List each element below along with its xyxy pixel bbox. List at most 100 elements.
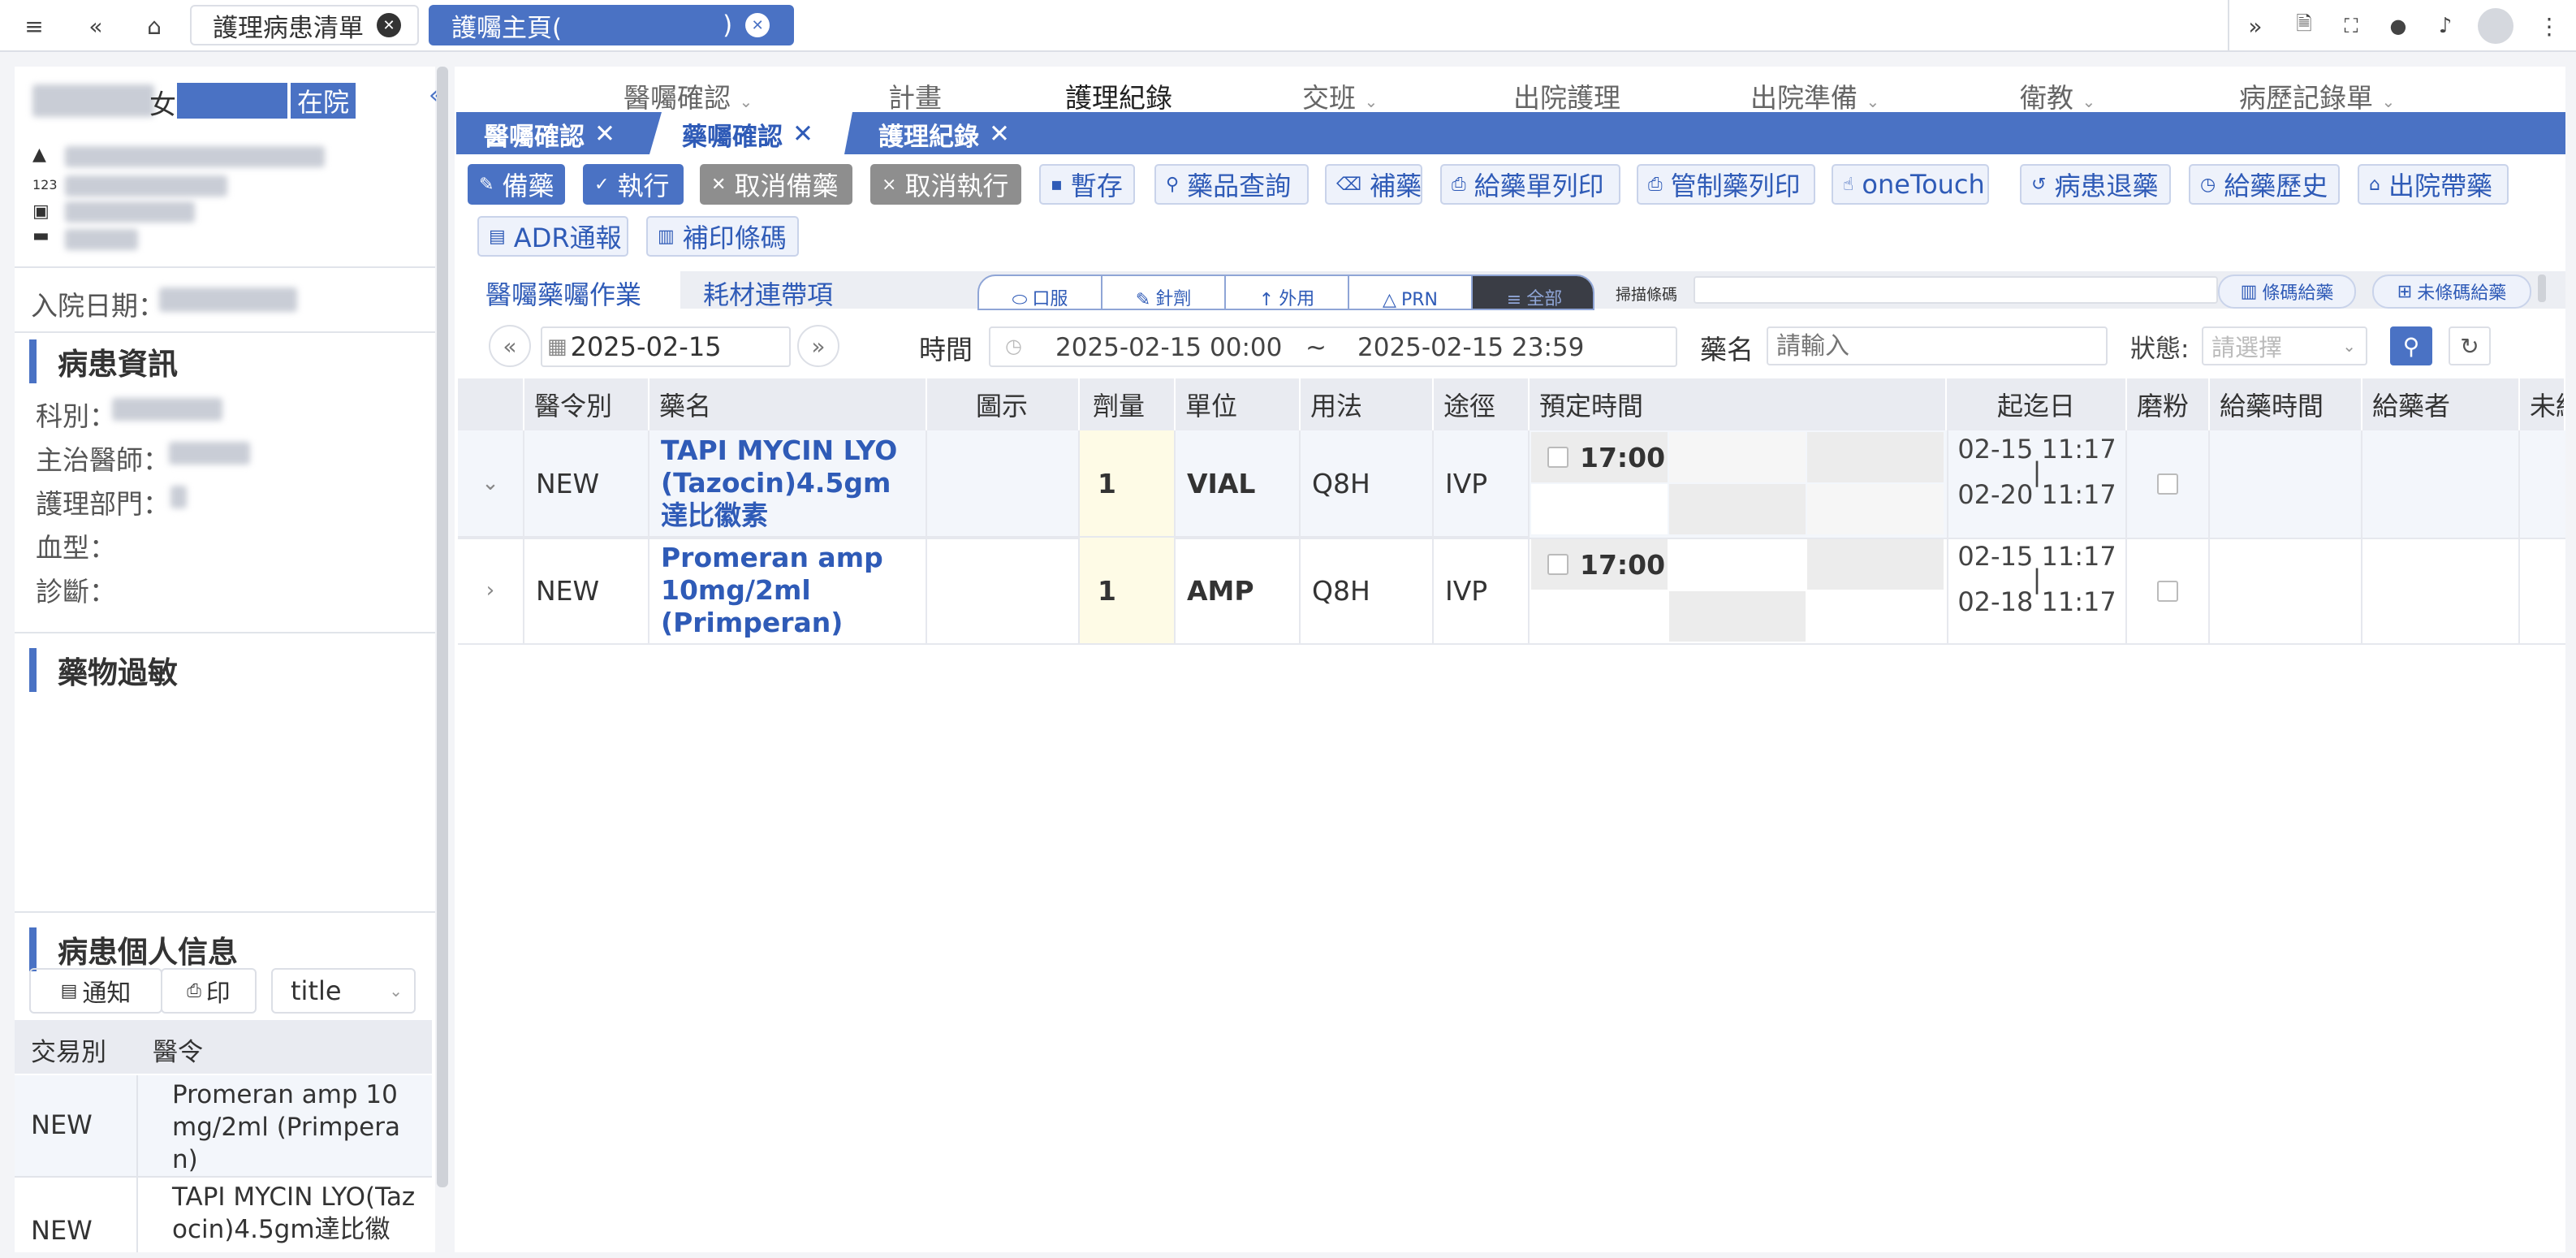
return-drug-button[interactable]: ↺ 病患退藥 <box>2020 164 2171 205</box>
onetouch-button[interactable]: ☝ oneTouch <box>1832 164 1989 205</box>
triangle-icon: △ <box>1383 290 1396 310</box>
save-draft-button[interactable]: ▪ 暫存 <box>1039 164 1135 205</box>
document-search-icon[interactable]: 🗎 <box>2286 8 2322 44</box>
status-placeholder: 請選擇 <box>2211 334 2283 361</box>
chevron-down-icon: ⌄ <box>1364 92 1379 111</box>
status-label: 狀態: <box>2130 335 2190 364</box>
reprint-barcode-button[interactable]: ▥ 補印條碼 <box>646 216 799 257</box>
cell-drug-name[interactable]: TAPI MYCIN LYO(Tazocin)4.5gm達比徽素 <box>649 430 927 538</box>
notify-button[interactable]: ▤ 通知 <box>29 968 162 1014</box>
prepare-button[interactable]: ✎ 備藥 <box>468 164 565 205</box>
close-icon[interactable]: ✕ <box>745 13 770 37</box>
chat-icon[interactable]: ● <box>2380 8 2416 44</box>
prev-day-button[interactable]: « <box>489 325 531 367</box>
search-button[interactable]: ⚲ <box>2390 326 2432 365</box>
route-label: PRN <box>1400 290 1438 310</box>
admission-label: 入院日期： <box>31 290 165 322</box>
mini-cell-order: TAPI MYCIN LYO(Tazocin)4.5gm達比徽 <box>172 1182 416 1244</box>
menu-item-order-confirm[interactable]: 醫囑確認 ⌄ <box>624 76 753 115</box>
schedule-slot-empty <box>1807 539 1944 590</box>
subtab-drug-confirm[interactable]: 藥囑確認 ✕ <box>682 115 813 153</box>
discharge-drug-button[interactable]: ⌂ 出院帶藥 <box>2358 164 2509 205</box>
history-icon: ◷ <box>2200 174 2216 195</box>
cell-drug-name[interactable]: Promeran amp 10mg/2ml (Primperan) <box>649 538 927 645</box>
time-range-input[interactable]: ◷ 2025-02-15 00:00 ~ 2025-02-15 23:59 <box>989 326 1677 367</box>
refresh-button[interactable]: ↻ <box>2449 326 2491 365</box>
menu-item-education[interactable]: 衛教 ⌄ <box>2020 76 2095 115</box>
grind-checkbox[interactable] <box>2157 473 2178 495</box>
home-icon[interactable]: ⌂ <box>136 8 172 44</box>
schedule-checkbox[interactable] <box>1547 554 1568 575</box>
menu-item-discharge-prep[interactable]: 出院準備 ⌄ <box>1750 76 1879 115</box>
close-icon[interactable]: ✕ <box>594 119 615 149</box>
menu-icon[interactable]: ≡ <box>16 8 52 44</box>
close-icon[interactable]: ✕ <box>989 119 1010 149</box>
no-barcode-dispense-button[interactable]: ⊞ 未條碼給藥 <box>2372 275 2531 309</box>
scrollbar[interactable] <box>2538 275 2546 302</box>
schedule-slot[interactable]: 17:00 <box>1531 432 1668 482</box>
fullscreen-icon[interactable]: ⛶ <box>2333 8 2369 44</box>
print-med-sheet-button[interactable]: ⎙ 給藥單列印 <box>1440 164 1620 205</box>
drug-name-input[interactable] <box>1767 326 2108 365</box>
expand-right-icon[interactable]: » <box>2237 8 2273 44</box>
cell-grind <box>2127 538 2210 645</box>
column-header-freq: 用法 <box>1301 378 1434 430</box>
next-day-button[interactable]: » <box>797 325 839 367</box>
menu-item-record-form[interactable]: 病歷記錄單 ⌄ <box>2239 76 2395 115</box>
grind-checkbox[interactable] <box>2157 581 2178 602</box>
collapse-left-icon[interactable]: « <box>78 8 114 44</box>
scrollbar[interactable] <box>437 67 448 1187</box>
status-select[interactable]: 請選擇 ⌄ <box>2202 326 2367 365</box>
barcode-dispense-button[interactable]: ▥ 條碼給藥 <box>2218 275 2356 309</box>
period-separator: | <box>2032 456 2042 487</box>
date-input[interactable]: ▦ 2025-02-15 <box>541 326 791 367</box>
menu-label: 醫囑確認 <box>624 82 731 114</box>
table-row[interactable]: NEW Promeran amp 10mg/2ml (Primperan) <box>15 1075 432 1178</box>
tab-consumables[interactable]: 耗材連帶項 <box>703 275 833 312</box>
more-icon[interactable]: ⋮ <box>2531 8 2567 44</box>
subtab-order-confirm[interactable]: 醫囑確認 ✕ <box>484 115 615 153</box>
execute-button[interactable]: ✓ 執行 <box>583 164 684 205</box>
drug-search-button[interactable]: ⚲ 藥品查詢 <box>1154 164 1309 205</box>
collapse-row-icon[interactable]: ⌄ <box>458 430 524 538</box>
drug-name-label: 藥名 <box>1700 334 1754 365</box>
expand-row-icon[interactable]: › <box>458 538 524 645</box>
route-prn[interactable]: △ PRN <box>1349 276 1473 310</box>
pill-icon: ⬭ <box>1012 290 1028 310</box>
bell-icon[interactable]: ♪ <box>2427 8 2463 44</box>
button-label: 未條碼給藥 <box>2417 283 2507 304</box>
search-icon: ⚲ <box>1166 174 1180 195</box>
med-history-button[interactable]: ◷ 給藥歷史 <box>2189 164 2340 205</box>
print-controlled-button[interactable]: ⎙ 管制藥列印 <box>1637 164 1815 205</box>
title-select[interactable]: title ⌄ <box>271 968 416 1014</box>
tab-patient-list[interactable]: 護理病患清單 ✕ <box>190 5 419 45</box>
tab-nursing-home[interactable]: 護囑主頁( ) ✕ <box>429 5 794 45</box>
route-injection[interactable]: ✎ 針劑 <box>1102 276 1226 309</box>
table-row[interactable]: NEW TAPI MYCIN LYO(Tazocin)4.5gm達比徽 <box>15 1178 432 1252</box>
scan-barcode-input[interactable] <box>1694 276 2218 304</box>
divider <box>15 331 435 333</box>
cell-given-time <box>2210 538 2362 645</box>
subtab-nursing-record[interactable]: 護理紀錄 ✕ <box>878 115 1010 153</box>
avatar[interactable] <box>2478 8 2513 44</box>
close-icon[interactable]: ✕ <box>377 13 401 37</box>
button-label: 條碼給藥 <box>2262 283 2334 304</box>
supplement-button[interactable]: ⌫ 補藥 <box>1325 164 1422 205</box>
close-icon[interactable]: ✕ <box>792 119 813 149</box>
route-oral[interactable]: ⬭ 口服 <box>979 276 1102 310</box>
column-header-unit: 單位 <box>1176 378 1301 430</box>
route-all[interactable]: ≡ 全部 <box>1473 276 1593 309</box>
cancel-prepare-button[interactable]: ✕ 取消備藥 <box>700 164 852 205</box>
schedule-slot[interactable]: 17:00 <box>1531 539 1668 590</box>
menu-item-discharge-care[interactable]: 出院護理 <box>1513 76 1620 115</box>
menu-item-handover[interactable]: 交班 ⌄ <box>1302 76 1378 115</box>
route-topical[interactable]: ↑ 外用 <box>1226 276 1349 309</box>
column-header-giver: 給藥者 <box>2362 378 2520 430</box>
tab-order-work[interactable]: 醫囑藥囑作業 <box>485 275 641 312</box>
column-header-name: 藥名 <box>649 378 927 430</box>
print-button[interactable]: ⎙ 印 <box>161 968 257 1014</box>
adr-report-button[interactable]: ▤ ADR通報 <box>477 216 628 257</box>
schedule-checkbox[interactable] <box>1547 447 1568 468</box>
cancel-execute-button[interactable]: ⨯ 取消執行 <box>870 164 1021 205</box>
menu-item-plan[interactable]: 計畫 <box>888 76 942 115</box>
